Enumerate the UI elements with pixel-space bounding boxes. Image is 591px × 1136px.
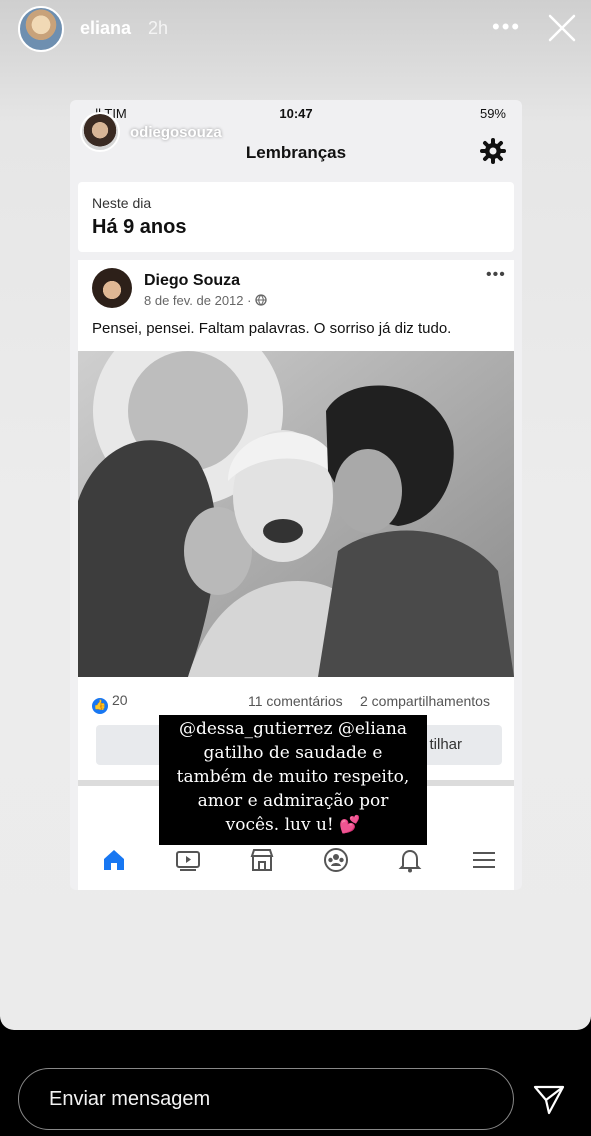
story-username[interactable]: eliana — [80, 18, 131, 39]
caption-line: gatilho de saudade e — [203, 743, 383, 763]
story-caption: @dessa_gutierrez @eliana gatilho de saud… — [159, 715, 427, 845]
post-author: Diego Souza — [144, 272, 241, 289]
bell-icon — [398, 849, 422, 873]
post-shares[interactable]: 2 compartilhamentos — [360, 693, 490, 709]
menu-icon — [473, 852, 495, 868]
close-icon[interactable] — [544, 10, 580, 46]
caption-line: também de muito respeito, — [176, 767, 410, 787]
status-time: 10:47 — [279, 106, 313, 121]
home-icon — [104, 850, 124, 870]
story-canvas: eliana 2h ••• ..ll TIM 10:47 59% odiegos… — [0, 0, 591, 1030]
message-placeholder: Enviar mensagem — [49, 1088, 211, 1110]
caption-line: vocês. luv u! 💕 — [225, 815, 361, 835]
mention-handle[interactable]: odiegosouza — [130, 124, 222, 141]
more-horizontal-icon: ••• — [486, 266, 506, 283]
caption-line: amor e admiração por — [197, 791, 389, 811]
share-button-label: tilhar — [429, 736, 462, 753]
post-comments[interactable]: 11 comentários — [248, 693, 343, 709]
story-header: eliana 2h ••• — [0, 0, 591, 60]
send-icon[interactable] — [532, 1082, 566, 1116]
facebook-tab-bar — [78, 840, 514, 880]
gear-icon — [480, 138, 506, 164]
likes-count: 20 — [112, 692, 128, 708]
caption-line[interactable]: @dessa_gutierrez @eliana — [159, 717, 427, 741]
post-date-text: 8 de fev. de 2012 · — [144, 293, 252, 308]
story-timestamp: 2h — [148, 18, 169, 38]
marketplace-icon — [250, 849, 274, 871]
avatar[interactable] — [18, 6, 64, 52]
memory-day-card: Neste dia Há 9 anos — [78, 182, 514, 252]
post-date: 8 de fev. de 2012 · — [144, 293, 267, 308]
day-value: Há 9 anos — [92, 216, 187, 238]
page-title: Lembranças — [245, 143, 347, 162]
day-label: Neste dia — [92, 195, 152, 211]
status-bar: ..ll TIM 10:47 59% — [70, 100, 522, 126]
video-icon — [176, 851, 200, 871]
avatar — [92, 268, 132, 308]
message-input[interactable]: Enviar mensagem — [18, 1068, 514, 1130]
status-battery: 59% — [479, 106, 506, 121]
globe-icon — [255, 294, 267, 306]
more-horizontal-icon[interactable]: ••• — [492, 14, 521, 40]
like-icon: 👍 — [92, 698, 108, 714]
post-reactions[interactable]: 👍 20 — [92, 692, 128, 714]
post-text: Pensei, pensei. Faltam palavras. O sorri… — [92, 320, 452, 337]
groups-icon — [324, 848, 348, 872]
post-photo — [78, 351, 514, 677]
